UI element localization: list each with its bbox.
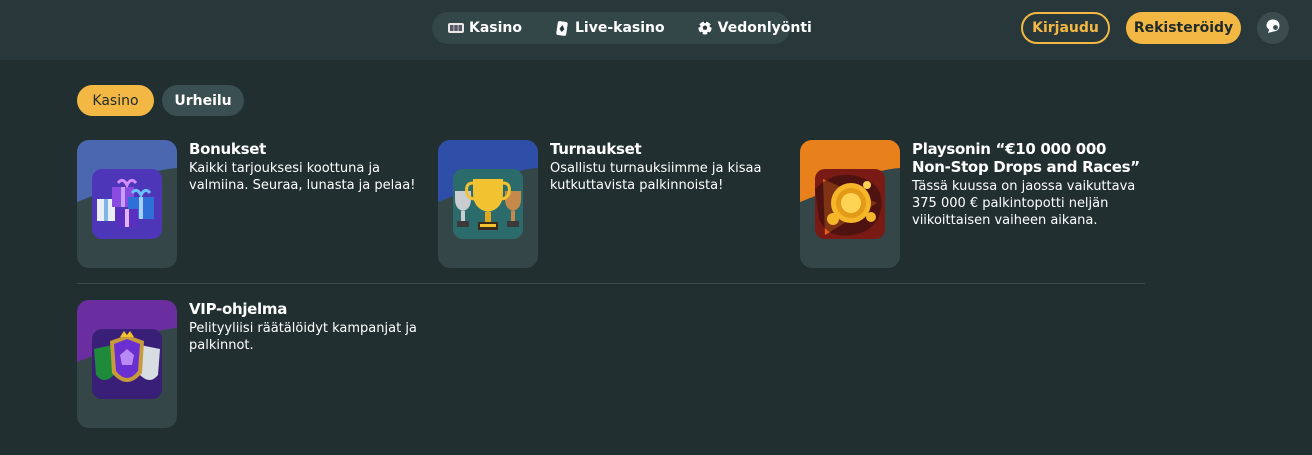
gift-boxes-icon [92, 169, 162, 239]
nav-label-live-casino: Live-kasino [575, 20, 665, 36]
register-button[interactable]: Rekisteröidy [1126, 12, 1241, 44]
gold-coin-icon [815, 169, 885, 239]
promo-description: Osallistu turnauksiimme ja kisaa kutkutt… [550, 161, 762, 193]
chat-button[interactable] [1257, 12, 1289, 44]
promo-thumbnail [77, 140, 177, 268]
promo-title: Turnaukset [550, 140, 642, 158]
promo-description: Pelityyliisi räätälöidyt kampanjat ja pa… [189, 321, 417, 353]
promo-card-bonuses[interactable]: Bonukset Kaikki tarjouksesi koottuna ja … [77, 140, 422, 268]
vip-shields-icon [92, 329, 162, 399]
promo-card-vip[interactable]: VIP-ohjelma Pelityyliisi räätälöidyt kam… [77, 300, 422, 428]
nav-item-live-casino[interactable]: Live-kasino [554, 20, 665, 36]
filter-tab-casino[interactable]: Kasino [77, 85, 154, 116]
chat-bubble-icon [1265, 18, 1281, 38]
nav-label-sports-betting: Vedonlyönti [717, 20, 812, 36]
promo-title: VIP-ohjelma [189, 300, 288, 318]
soccer-ball-icon [697, 20, 713, 36]
promo-thumbnail [77, 300, 177, 428]
main-navigation: Kasino Live-kasino Vedonlyönti [432, 12, 812, 44]
top-bar: Kasino Live-kasino Vedonlyönti Kirjaudu … [0, 0, 1312, 60]
promo-card-playson-drops[interactable]: Playsonin “€10 000 000 Non-Stop Drops an… [800, 140, 1145, 268]
promo-description: Kaikki tarjouksesi koottuna ja valmiina.… [189, 161, 416, 193]
promo-description: Tässä kuussa on jaossa vaikuttava 375 00… [912, 179, 1136, 228]
promo-title: Playsonin “€10 000 000 Non-Stop Drops an… [912, 140, 1140, 176]
nav-item-casino[interactable]: Kasino [448, 20, 522, 36]
section-divider [77, 283, 1145, 284]
playing-card-icon [554, 20, 570, 36]
promo-card-tournaments[interactable]: Turnaukset Osallistu turnauksiimme ja ki… [438, 140, 783, 268]
slot-machine-icon [448, 20, 464, 36]
trophies-icon [453, 169, 523, 239]
login-button[interactable]: Kirjaudu [1021, 12, 1110, 44]
promo-thumbnail [438, 140, 538, 268]
filter-tab-sports[interactable]: Urheilu [162, 85, 244, 116]
promo-thumbnail [800, 140, 900, 268]
nav-item-sports-betting[interactable]: Vedonlyönti [697, 20, 812, 36]
nav-label-casino: Kasino [469, 20, 523, 36]
promo-title: Bonukset [189, 140, 266, 158]
